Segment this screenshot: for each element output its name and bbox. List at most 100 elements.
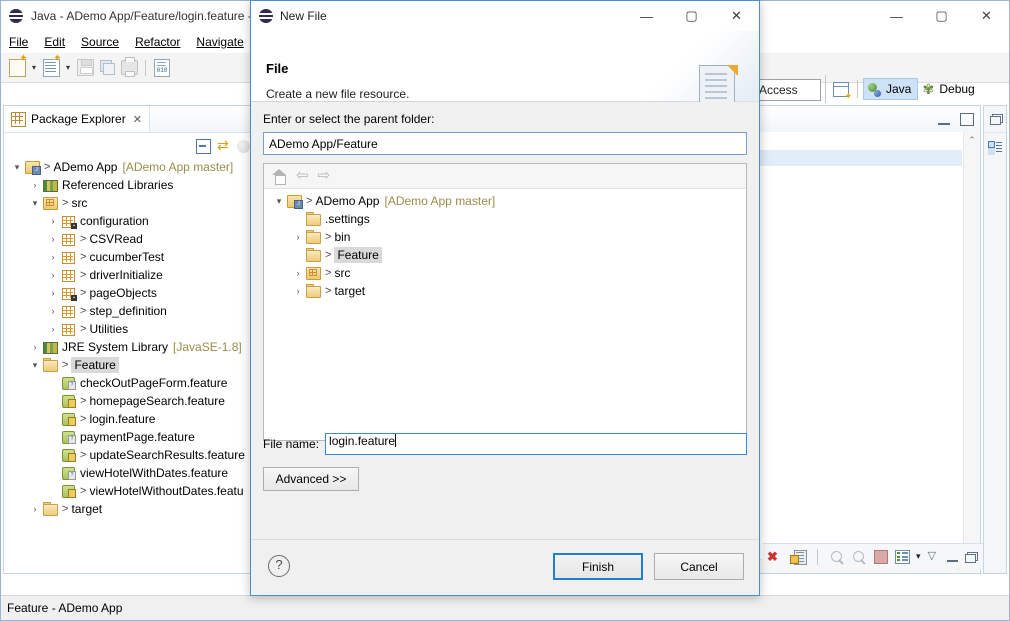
tree-row[interactable]: ▾ > src [4,194,256,212]
tree-row[interactable]: › > target [264,282,746,300]
save-all-button[interactable] [96,57,118,79]
forward-icon[interactable]: ⇨ [318,168,331,183]
new-file-dropdown-icon[interactable]: ▾ [28,57,40,79]
minimize-icon[interactable]: — [624,1,669,31]
tree-row[interactable]: ? checkOutPageForm.feature [4,374,256,392]
tree-row[interactable]: ▾ J > ADemo App [ADemo App master] [4,158,256,176]
relaunch-failed-tests-icon[interactable] [852,550,867,565]
lock-icon[interactable] [790,549,807,565]
minimize-icon[interactable] [938,113,950,125]
back-icon[interactable]: ⇦ [296,168,309,183]
link-with-editor-icon[interactable] [217,137,231,154]
tree-row[interactable]: › Referenced Libraries [4,176,256,194]
tree-row[interactable]: > homepageSearch.feature [4,392,256,410]
tree-row[interactable]: > login.feature [4,410,256,428]
restore-icon [989,114,1003,125]
tree-row[interactable]: › ▪ configuration [4,212,256,230]
chevron-right-icon[interactable]: › [28,504,42,514]
tree-row[interactable]: > Feature [264,246,746,264]
tree-row[interactable]: .settings [264,210,746,228]
menu-navigate[interactable]: Navigate [188,33,251,51]
tree-row[interactable]: > updateSearchResults.feature [4,446,256,464]
chevron-down-icon[interactable]: ▾ [272,196,286,207]
tree-row[interactable]: › > CSVRead [4,230,256,248]
chevron-right-icon[interactable]: › [28,342,42,352]
view-menu-icon[interactable] [237,139,250,153]
help-icon[interactable]: ? [268,555,290,577]
chevron-down-icon[interactable]: ▾ [28,198,42,209]
open-perspective-button[interactable] [830,78,852,101]
cancel-button[interactable]: Cancel [654,553,744,580]
collapse-all-icon[interactable] [196,138,211,154]
tree-row[interactable]: ? viewHotelWithDates.feature [4,464,256,482]
minimize-icon[interactable]: — [874,1,919,31]
tree-row[interactable]: ▾ J > ADemo App [ADemo App master] [264,192,746,210]
binary-file-button[interactable]: 010 [151,57,173,79]
editor-vertical-scrollbar[interactable]: ⌃ ⌄ [963,132,980,573]
error-marker-icon[interactable]: ✖ [767,549,783,565]
relaunch-test-icon[interactable] [830,550,845,565]
tree-row[interactable]: ? paymentPage.feature [4,428,256,446]
home-icon[interactable] [272,169,287,185]
quick-access-input[interactable]: Access [755,79,821,101]
folder-tree[interactable]: ▾ J > ADemo App [ADemo App master] .settings ›… [264,188,746,440]
menu-file[interactable]: File [1,33,36,51]
new-wizard-dropdown-icon[interactable]: ▾ [62,57,74,79]
maximize-icon[interactable]: ▢ [919,1,964,31]
tree-row[interactable]: > viewHotelWithoutDates.featu [4,482,256,500]
scroll-up-icon[interactable]: ⌃ [964,132,980,148]
menu-source[interactable]: Source [73,33,127,51]
new-wizard-button[interactable] [40,54,62,79]
advanced-button[interactable]: Advanced >> [263,467,359,491]
perspective-tab-debug[interactable]: ✾ Debug [918,78,980,100]
tree-row[interactable]: ▾ > Feature [4,356,256,374]
minimize-icon[interactable] [946,551,958,562]
chevron-right-icon[interactable]: › [291,268,305,278]
package-explorer-tree[interactable]: ▾ J > ADemo App [ADemo App master] › Reference… [4,158,256,573]
chevron-right-icon[interactable]: › [291,232,305,242]
chevron-right-icon[interactable]: › [291,286,305,296]
chevron-right-icon[interactable]: › [46,252,60,262]
tree-row[interactable]: › > src [264,264,746,282]
tree-row[interactable]: › > cucumberTest [4,248,256,266]
chevron-right-icon[interactable]: › [28,180,42,190]
print-button[interactable] [118,57,140,79]
close-icon[interactable]: ✕ [714,1,759,31]
view-menu-caret-icon[interactable]: ▾ [916,551,921,562]
maximize-icon[interactable] [960,112,974,126]
chevron-right-icon[interactable]: › [46,324,60,334]
tree-row[interactable]: › > driverInitialize [4,266,256,284]
chevron-right-icon[interactable]: › [46,288,60,298]
chevron-right-icon[interactable]: › [46,306,60,316]
tree-row[interactable]: › > step_definition [4,302,256,320]
tree-row[interactable]: › JRE System Library [JavaSE-1.8] [4,338,256,356]
tree-row[interactable]: › > target [4,500,256,518]
tree-row[interactable]: › > bin [264,228,746,246]
perspective-tab-java[interactable]: Java [863,78,919,100]
chevron-down-icon[interactable]: ▾ [28,360,42,371]
menu-refactor[interactable]: Refactor [127,33,188,51]
new-file-button[interactable] [6,54,28,79]
menu-edit[interactable]: Edit [36,33,73,51]
parent-folder-input[interactable] [263,132,747,155]
finish-button[interactable]: Finish [553,553,643,580]
chevron-down-icon[interactable]: ▾ [10,162,24,173]
chevron-right-icon[interactable]: › [46,270,60,280]
tab-package-explorer[interactable]: Package Explorer ✕ [4,106,150,132]
close-icon[interactable]: ✕ [133,113,142,126]
chevron-right-icon[interactable]: › [46,234,60,244]
bottom-view-toolbar: ✖ ▾ [763,543,983,569]
stop-icon[interactable] [874,549,888,564]
maximize-icon[interactable]: ▢ [669,1,714,31]
chevron-right-icon[interactable]: › [46,216,60,226]
restore-view-button[interactable] [984,106,1006,133]
tree-row[interactable]: › ▪ > pageObjects [4,284,256,302]
tree-row[interactable]: › > Utilities [4,320,256,338]
file-name-input[interactable]: login.feature [325,433,747,455]
close-icon[interactable]: ✕ [964,1,1009,31]
restore-icon[interactable] [964,551,978,563]
save-button[interactable] [74,57,96,79]
show-failures-icon[interactable] [895,550,910,564]
outline-view-button[interactable] [984,133,1006,161]
collapse-icon[interactable] [928,549,940,562]
